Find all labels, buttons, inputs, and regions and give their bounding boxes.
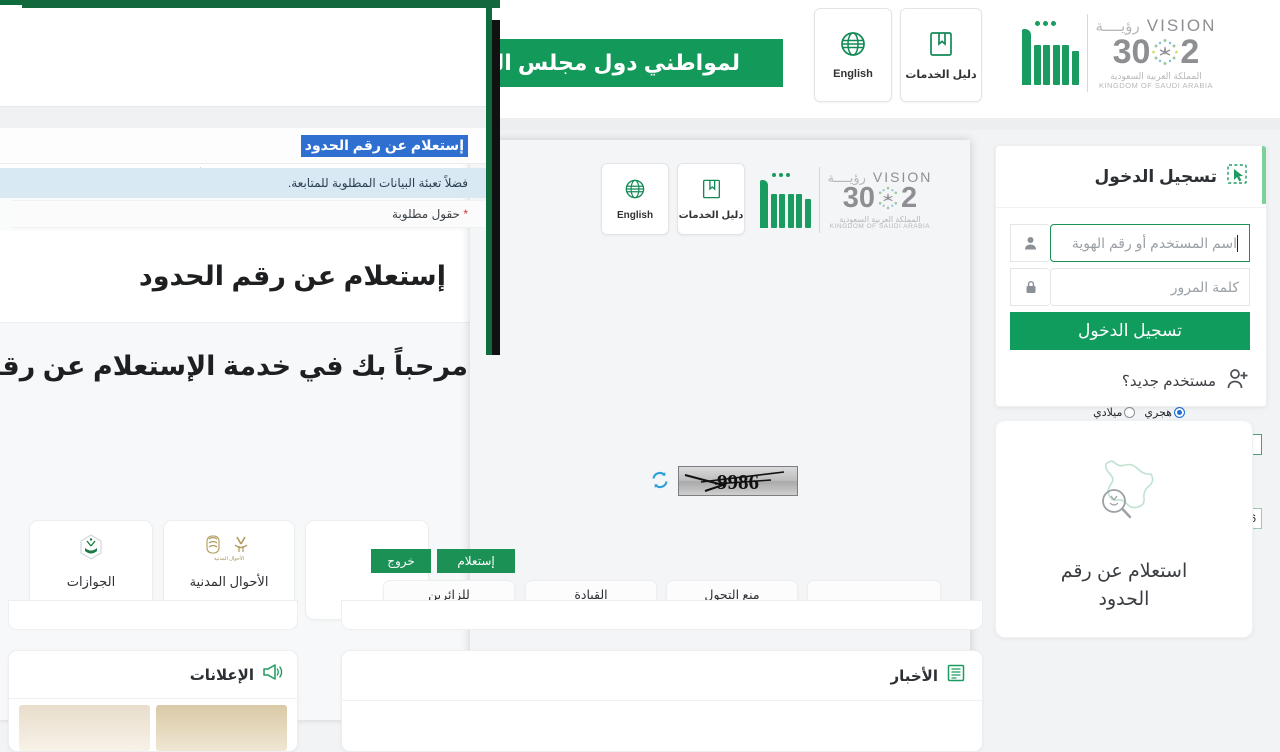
user-icon (1010, 224, 1050, 262)
civil-affairs-logo-icon: الأحوال المدنية (201, 533, 257, 568)
username-field-row[interactable]: اسم المستخدم أو رقم الهوية (1010, 224, 1250, 262)
text-caret (1237, 234, 1238, 252)
passports-logo-icon (67, 533, 115, 568)
vision-year-left: 2 (901, 181, 918, 214)
center-window-top-accent (22, 0, 500, 8)
services-guide-button[interactable]: دليل الخدمات (677, 163, 745, 235)
exit-button[interactable]: خروج (371, 549, 431, 573)
radio-hijri[interactable]: هجري (1144, 406, 1185, 419)
username-input[interactable]: اسم المستخدم أو رقم الهوية (1050, 224, 1250, 262)
page-title: إستعلام عن رقم الحدود (138, 261, 446, 291)
password-field-row[interactable]: كلمة المرور (1010, 268, 1250, 306)
vision-palm-motif-icon (1152, 38, 1179, 65)
page-title-selected: إستعلام عن رقم الحدود (300, 134, 468, 157)
border-card-label: استعلام عن رقم الحدود (1060, 561, 1188, 610)
news-header: الأخبار (342, 651, 982, 701)
globe-icon (839, 30, 867, 63)
service-card-label: الجوازات (66, 574, 116, 589)
english-label: English (616, 209, 654, 221)
calendar-type-radio-group[interactable]: هجري ميلادي (1093, 406, 1185, 419)
username-placeholder: اسم المستخدم أو رقم الهوية (1071, 234, 1237, 251)
vision-2030-absher-logo-center: VISION رؤيــــة 2 30 المملكة العربية الس… (760, 167, 932, 233)
inquire-button[interactable]: إستعلام (437, 549, 515, 573)
center-window-title-row: إستعلام عن رقم الحدود (0, 128, 486, 164)
cursor-select-icon (1226, 163, 1248, 190)
border-number-inquiry-card[interactable]: استعلام عن رقم الحدود (995, 420, 1253, 638)
required-fields-label: حقول مطلوبة (392, 207, 460, 221)
vision-kingdom-en: KINGDOM OF SAUDI ARABIA (1098, 80, 1213, 90)
center-upper-card-remnant (341, 600, 983, 630)
vision-word-ar: رؤيــــة (1095, 17, 1140, 35)
services-guide-button[interactable]: دليل الخدمات (900, 8, 982, 102)
user-plus-icon (1226, 368, 1250, 395)
vision-year-left: 2 (1180, 32, 1200, 71)
login-title: تسجيل الدخول (1094, 166, 1217, 186)
services-guide-label: دليل الخدمات (905, 68, 977, 81)
vision-word-en: VISION (1146, 15, 1217, 35)
form-instruction-note: فضلاً تعبئة البيانات المطلوبة للمتابعة. (0, 168, 486, 198)
radio-gregorian-label: ميلادي (1093, 407, 1123, 419)
announcement-thumbnails[interactable] (9, 705, 297, 751)
radio-gregorian[interactable]: ميلادي (1093, 406, 1136, 419)
book-icon (928, 30, 954, 63)
news-title: الأخبار (890, 667, 938, 685)
saudi-map-search-icon (1085, 451, 1163, 532)
absher-wordmark-icon (1022, 21, 1079, 85)
password-input[interactable]: كلمة المرور (1050, 268, 1250, 306)
center-window-gray-bar (0, 106, 486, 129)
vision-2030-absher-logo: VISION رؤيــــة 2 30 المملكة العربية الس… (1022, 14, 1216, 92)
radio-gregorian-dot[interactable] (1124, 407, 1136, 418)
vision-palm-motif-icon (878, 186, 898, 210)
absher-wordmark-icon (760, 172, 811, 228)
services-guide-label: دليل الخدمات (678, 209, 744, 221)
english-language-button[interactable]: English (814, 8, 892, 102)
english-label: English (833, 68, 873, 80)
megaphone-icon (261, 663, 283, 686)
new-user-label: مستخدم جديد؟ (1121, 373, 1216, 390)
announcements-title: الإعلانات (189, 666, 254, 684)
book-icon (701, 178, 722, 205)
english-language-button[interactable]: English (601, 163, 669, 235)
globe-icon (624, 178, 646, 205)
lock-icon (1010, 268, 1050, 306)
service-card-label: الأحوال المدنية (189, 574, 269, 589)
welcome-message: مرحباً بك في خدمة الإستعلام عن رقم الحدو… (0, 350, 468, 381)
center-window-header (0, 8, 486, 106)
announcements-card: الإعلانات (8, 650, 298, 752)
vision-year-right: 30 (1112, 32, 1151, 71)
center-window-black-strip (492, 20, 500, 355)
newspaper-icon (946, 663, 966, 688)
captcha-image: 9986 (678, 466, 798, 496)
vision-kingdom-en: KINGDOM OF SAUDI ARABIA (829, 222, 931, 230)
login-card: تسجيل الدخول اسم المستخدم أو رقم الهوية … (995, 145, 1267, 407)
login-header: تسجيل الدخول (996, 146, 1266, 208)
new-user-link[interactable]: مستخدم جديد؟ (1010, 364, 1250, 398)
captcha-refresh-icon[interactable] (650, 470, 670, 490)
left-window-title-bar: إستعلام عن رقم الحدود (0, 231, 474, 323)
svg-text:الأحوال المدنية: الأحوال المدنية (214, 554, 244, 562)
radio-hijri-dot[interactable] (1174, 407, 1185, 418)
required-fields-note: * حقول مطلوبة (12, 200, 486, 228)
password-placeholder: كلمة المرور (1170, 278, 1239, 295)
vision-year-right: 30 (842, 181, 875, 214)
news-card: الأخبار (341, 650, 983, 752)
required-asterisk: * (463, 207, 468, 221)
announcements-header: الإعلانات (9, 651, 297, 699)
vision-kingdom-ar: المملكة العربية السعودية (1110, 70, 1202, 81)
login-submit-button[interactable]: تسجيل الدخول (1010, 312, 1250, 350)
left-upper-card-remnant (8, 600, 298, 630)
radio-hijri-label: هجري (1144, 407, 1172, 419)
